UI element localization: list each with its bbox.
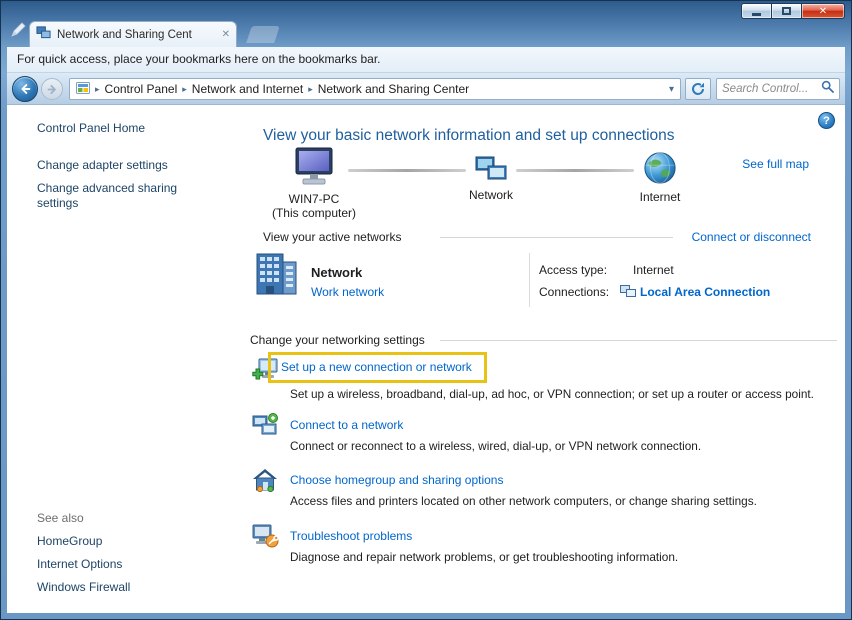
see-full-map-link[interactable]: See full map — [742, 157, 809, 171]
setting-troubleshoot-desc: Diagnose and repair network problems, or… — [290, 550, 678, 564]
maximize-button[interactable] — [771, 3, 801, 19]
bookmarks-hint-text: For quick access, place your bookmarks h… — [17, 52, 381, 66]
lan-connection-icon — [620, 284, 636, 301]
control-panel-icon — [76, 82, 90, 97]
map-node-network[interactable]: Network — [448, 155, 534, 202]
setting-troubleshoot-link[interactable]: Troubleshoot problems — [290, 529, 412, 543]
column-divider — [529, 253, 530, 307]
active-networks-heading: View your active networks — [263, 230, 402, 244]
active-network-name: Network — [311, 265, 362, 280]
breadcrumb-network-and-internet[interactable]: Network and Internet — [192, 82, 303, 96]
window-body: Control Panel Home Change adapter settin… — [7, 105, 845, 613]
sidebar-item-homegroup[interactable]: HomeGroup — [37, 534, 102, 548]
sidebar-item-internet-options[interactable]: Internet Options — [37, 557, 122, 571]
search-input[interactable] — [722, 83, 821, 95]
local-area-connection-link[interactable]: Local Area Connection — [640, 285, 770, 299]
section-rule — [440, 340, 837, 341]
breadcrumb-separator[interactable]: ▸ — [182, 84, 187, 95]
sidebar-item-windows-firewall[interactable]: Windows Firewall — [37, 580, 130, 594]
sidebar-item-change-advanced-sharing[interactable]: Change advanced sharing settings — [37, 181, 197, 211]
work-network-link[interactable]: Work network — [311, 285, 384, 299]
map-node-internet[interactable]: Internet — [618, 151, 702, 204]
map-node-computer[interactable]: WIN7-PC (This computer) — [256, 147, 372, 220]
sidebar-see-also-label: See also — [37, 511, 84, 525]
sidebar: Control Panel Home Change adapter settin… — [7, 105, 226, 613]
setting-homegroup-link[interactable]: Choose homegroup and sharing options — [290, 473, 503, 487]
access-type-value: Internet — [633, 263, 674, 277]
navigation-bar: ▸ Control Panel ▸ Network and Internet ▸… — [7, 73, 845, 105]
section-rule — [440, 237, 673, 238]
breadcrumb-control-panel[interactable]: Control Panel — [105, 82, 178, 96]
tab-network-sharing-center[interactable]: Network and Sharing Cent ✕ — [29, 21, 237, 47]
map-connector-line — [516, 169, 634, 172]
close-icon: ✕ — [819, 6, 827, 17]
network-favicon-icon — [36, 25, 51, 45]
connect-or-disconnect-link[interactable]: Connect or disconnect — [692, 230, 811, 244]
explorer-window: ✕ Network and Sharing Cent ✕ For quick a… — [0, 0, 852, 620]
setting-connect-to-network-desc: Connect or reconnect to a wireless, wire… — [290, 439, 701, 453]
address-breadcrumb-bar[interactable]: ▸ Control Panel ▸ Network and Internet ▸… — [69, 78, 681, 100]
setting-setup-new-connection-desc: Set up a wireless, broadband, dial-up, a… — [290, 387, 814, 401]
setting-homegroup-desc: Access files and printers located on oth… — [290, 494, 757, 508]
troubleshoot-icon — [251, 523, 279, 552]
breadcrumb-separator[interactable]: ▸ — [308, 84, 313, 95]
tab-title: Network and Sharing Cent — [57, 29, 216, 41]
minimize-button[interactable] — [741, 3, 771, 19]
minimize-icon — [752, 13, 761, 16]
address-dropdown-icon[interactable]: ▾ — [669, 84, 674, 95]
change-settings-heading: Change your networking settings — [250, 333, 425, 347]
search-box[interactable] — [716, 78, 840, 100]
breadcrumb-network-sharing-center[interactable]: Network and Sharing Center — [318, 82, 469, 96]
access-type-label: Access type: — [539, 263, 607, 277]
map-network-name: Network — [448, 188, 534, 202]
back-button[interactable] — [12, 76, 38, 102]
search-icon — [821, 80, 834, 98]
setting-setup-new-connection-link[interactable]: Set up a new connection or network — [281, 360, 472, 374]
homegroup-icon — [251, 467, 279, 496]
refresh-button[interactable] — [685, 78, 711, 100]
map-computer-name: WIN7-PC — [256, 192, 372, 206]
connections-label: Connections: — [539, 285, 609, 299]
page-title: View your basic network information and … — [263, 127, 675, 145]
setting-connect-to-network-link[interactable]: Connect to a network — [290, 418, 403, 432]
new-tab-button[interactable] — [246, 26, 280, 43]
map-internet-name: Internet — [618, 190, 702, 204]
sidebar-item-change-adapter-settings[interactable]: Change adapter settings — [37, 158, 168, 172]
close-button[interactable]: ✕ — [801, 3, 845, 19]
work-network-building-icon — [250, 249, 302, 300]
highlight-box: Set up a new connection or network — [268, 352, 487, 383]
computer-icon — [290, 176, 338, 190]
bookmarks-bar: For quick access, place your bookmarks h… — [7, 47, 845, 73]
breadcrumb-separator[interactable]: ▸ — [95, 84, 100, 95]
tab-bar: Network and Sharing Cent ✕ — [7, 19, 845, 47]
main-content: ? View your basic network information an… — [226, 105, 845, 613]
map-computer-sub: (This computer) — [256, 206, 372, 220]
tab-close-icon[interactable]: ✕ — [222, 29, 230, 40]
maximize-icon — [782, 7, 791, 15]
help-button[interactable]: ? — [818, 112, 835, 129]
forward-button[interactable] — [41, 78, 63, 100]
pen-icon — [9, 21, 27, 44]
connect-to-network-icon — [251, 412, 279, 441]
network-icon — [474, 172, 508, 186]
window-controls: ✕ — [741, 3, 845, 19]
internet-globe-icon — [643, 174, 677, 188]
titlebar[interactable]: ✕ — [1, 1, 851, 21]
sidebar-item-control-panel-home[interactable]: Control Panel Home — [37, 121, 145, 135]
